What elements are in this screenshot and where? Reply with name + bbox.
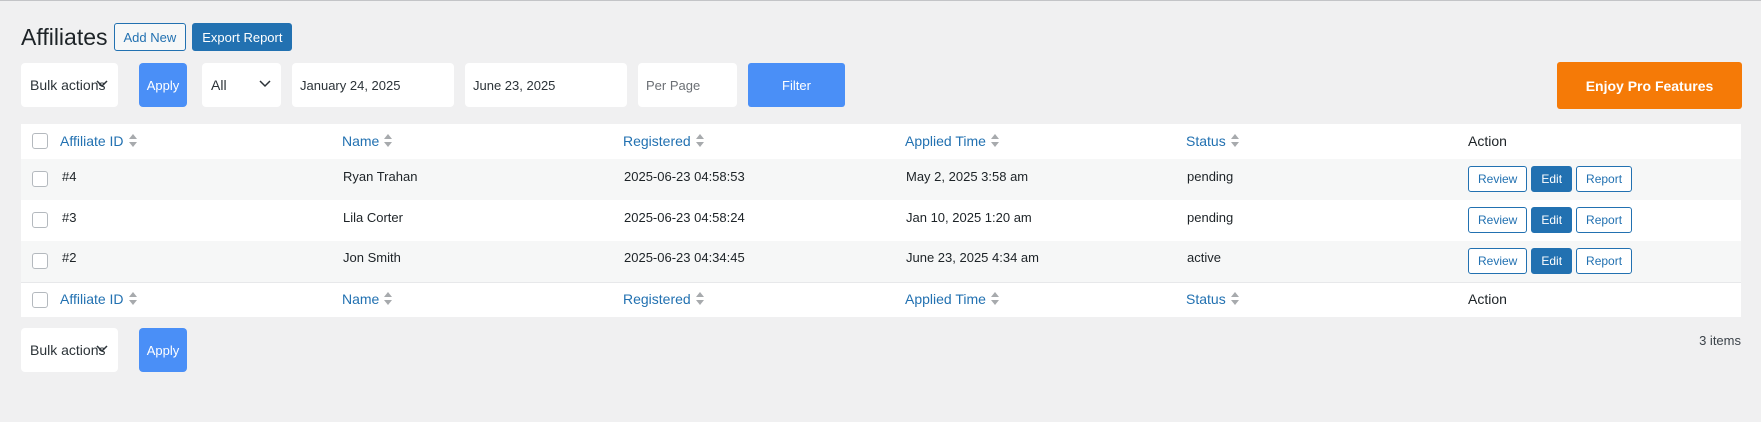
affiliate-id: #3 (62, 210, 77, 225)
sort-icon (695, 292, 704, 306)
row-actions: Review Edit Report (1468, 248, 1633, 274)
column-label: Name (342, 133, 380, 149)
table-header-row: Affiliate ID Name Registered Applied Tim… (21, 124, 1741, 159)
row-checkbox[interactable] (32, 171, 48, 187)
start-date-field[interactable]: January 24, 2025 (292, 63, 454, 107)
filter-button[interactable]: Filter (748, 63, 845, 107)
sort-icon (990, 134, 999, 148)
report-button[interactable]: Report (1576, 248, 1633, 274)
column-action: Action (1468, 133, 1507, 149)
table-row: #4 Ryan Trahan 2025-06-23 04:58:53 May 2… (21, 159, 1741, 200)
registered-date: 2025-06-23 04:58:53 (624, 169, 745, 184)
sort-icon (990, 292, 999, 306)
item-count: 3 items (1699, 333, 1741, 348)
end-date-field[interactable]: June 23, 2025 (465, 63, 627, 107)
column-status[interactable]: Status (1186, 133, 1239, 149)
sort-icon (1230, 134, 1239, 148)
column-name[interactable]: Name (342, 291, 393, 307)
select-all-checkbox[interactable] (32, 292, 48, 308)
column-label: Name (342, 291, 380, 307)
top-border (0, 0, 1761, 1)
column-applied-time[interactable]: Applied Time (905, 291, 999, 307)
applied-time: Jan 10, 2025 1:20 am (906, 210, 1032, 225)
page-header: Affiliates Add New Export Report (21, 22, 293, 52)
select-all-checkbox[interactable] (32, 133, 48, 149)
status-value: pending (1187, 210, 1234, 225)
sort-icon (384, 134, 393, 148)
chevron-down-icon (259, 80, 271, 88)
column-label: Registered (623, 291, 691, 307)
report-button[interactable]: Report (1576, 166, 1633, 192)
review-button[interactable]: Review (1468, 166, 1528, 192)
review-button[interactable]: Review (1468, 248, 1528, 274)
bulk-actions-value: Bulk actions (30, 342, 106, 358)
edit-button[interactable]: Edit (1531, 207, 1573, 233)
bottom-toolbar: Bulk actions Apply 3 items (21, 328, 1741, 372)
per-page-field[interactable]: Per Page (638, 63, 737, 107)
column-registered[interactable]: Registered (623, 291, 704, 307)
export-report-button[interactable]: Export Report (192, 23, 293, 51)
sort-icon (128, 292, 137, 306)
affiliate-id: #4 (62, 169, 77, 184)
column-label: Affiliate ID (60, 291, 124, 307)
affiliates-table: Affiliate ID Name Registered Applied Tim… (21, 124, 1741, 317)
bulk-actions-value: Bulk actions (30, 77, 106, 93)
column-applied-time[interactable]: Applied Time (905, 133, 999, 149)
column-label: Status (1186, 133, 1226, 149)
row-actions: Review Edit Report (1468, 207, 1633, 233)
row-checkbox[interactable] (32, 253, 48, 269)
column-status[interactable]: Status (1186, 291, 1239, 307)
affiliate-name: Jon Smith (343, 250, 401, 265)
column-label: Applied Time (905, 291, 986, 307)
add-new-button[interactable]: Add New (113, 23, 187, 51)
apply-button[interactable]: Apply (139, 63, 187, 107)
apply-button[interactable]: Apply (139, 328, 187, 372)
row-actions: Review Edit Report (1468, 166, 1633, 192)
column-action: Action (1468, 291, 1507, 307)
bulk-actions-select[interactable]: Bulk actions (21, 328, 118, 372)
registered-date: 2025-06-23 04:34:45 (624, 250, 745, 265)
column-label: Affiliate ID (60, 133, 124, 149)
status-value: active (1187, 250, 1221, 265)
filter-toolbar: Bulk actions Apply All January 24, 2025 … (21, 62, 1742, 109)
review-button[interactable]: Review (1468, 207, 1528, 233)
table-row: #3 Lila Corter 2025-06-23 04:58:24 Jan 1… (21, 200, 1741, 241)
row-checkbox[interactable] (32, 212, 48, 228)
status-filter-value: All (211, 77, 227, 93)
sort-icon (128, 134, 137, 148)
sort-icon (1230, 292, 1239, 306)
affiliate-name: Ryan Trahan (343, 169, 418, 184)
column-label: Registered (623, 133, 691, 149)
edit-button[interactable]: Edit (1531, 166, 1573, 192)
table-row: #2 Jon Smith 2025-06-23 04:34:45 June 23… (21, 241, 1741, 282)
table-footer-row: Affiliate ID Name Registered Applied Tim… (21, 282, 1741, 317)
report-button[interactable]: Report (1576, 207, 1633, 233)
sort-icon (695, 134, 704, 148)
column-affiliate-id[interactable]: Affiliate ID (60, 133, 137, 149)
bulk-actions-select[interactable]: Bulk actions (21, 63, 118, 107)
column-registered[interactable]: Registered (623, 133, 704, 149)
enjoy-pro-features-button[interactable]: Enjoy Pro Features (1557, 62, 1742, 109)
applied-time: June 23, 2025 4:34 am (906, 250, 1039, 265)
column-label: Applied Time (905, 133, 986, 149)
applied-time: May 2, 2025 3:58 am (906, 169, 1029, 184)
edit-button[interactable]: Edit (1531, 248, 1573, 274)
sort-icon (384, 292, 393, 306)
status-value: pending (1187, 169, 1234, 184)
affiliate-id: #2 (62, 250, 77, 265)
column-name[interactable]: Name (342, 133, 393, 149)
chevron-down-icon (96, 345, 108, 353)
chevron-down-icon (96, 80, 108, 88)
column-affiliate-id[interactable]: Affiliate ID (60, 291, 137, 307)
registered-date: 2025-06-23 04:58:24 (624, 210, 745, 225)
column-label: Status (1186, 291, 1226, 307)
page-title: Affiliates (21, 24, 108, 50)
status-filter-select[interactable]: All (202, 63, 281, 107)
affiliate-name: Lila Corter (343, 210, 403, 225)
